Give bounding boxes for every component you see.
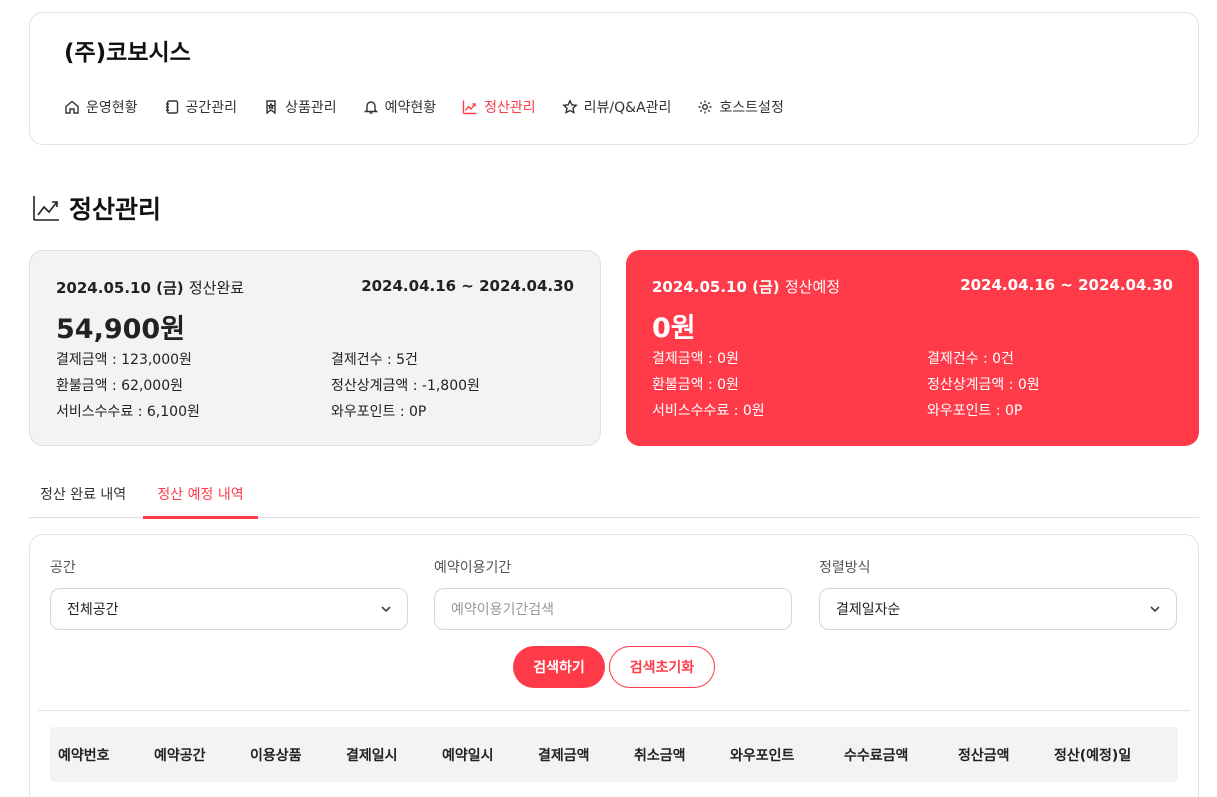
reset-search-button[interactable]: 검색초기화 <box>609 646 715 688</box>
table-header-cell: 취소금액 <box>634 748 686 764</box>
service-fee: 서비스수수료 : 6,100원 <box>56 404 200 420</box>
nav-item-settlement[interactable]: 정산관리 <box>462 97 536 117</box>
sort-label: 정렬방식 <box>819 560 871 576</box>
settlement-amount: 54,900원 <box>56 314 186 345</box>
table-header-row: 예약번호 예약공간 이용상품 결제일시 예약일시 결제금액 취소금액 와우포인트… <box>50 727 1178 782</box>
wow-point: 와우포인트 : 0P <box>927 403 1023 419</box>
offset-amount: 정산상계금액 : 0원 <box>927 377 1040 393</box>
refund-amount: 환불금액 : 62,000원 <box>56 378 184 394</box>
settlement-range: 2024.04.16 ~ 2024.04.30 <box>361 277 574 295</box>
period-input[interactable]: 예약이용기간검색 <box>434 588 792 630</box>
company-name: (주)코보시스 <box>64 40 191 66</box>
nav-item-review[interactable]: 리뷰/Q&A관리 <box>561 97 672 117</box>
settlement-status: 정산완료 <box>188 279 245 297</box>
settlement-date-value: 2024.05.10 (금) <box>652 278 780 296</box>
divider <box>38 710 1190 711</box>
table-header-cell: 이용상품 <box>250 748 302 764</box>
chevron-down-icon <box>1150 606 1160 613</box>
table-header-cell: 수수료금액 <box>844 748 909 764</box>
period-input-placeholder: 예약이용기간검색 <box>451 602 555 618</box>
bookmark-icon <box>266 100 276 115</box>
settlement-pending-card: 2024.05.10 (금) 정산예정 2024.04.16 ~ 2024.04… <box>626 250 1199 446</box>
settlement-date: 2024.05.10 (금) 정산예정 <box>652 276 840 297</box>
table-header-cell: 와우포인트 <box>730 748 795 764</box>
nav-item-host-settings[interactable]: 호스트설정 <box>697 97 784 117</box>
sort-select[interactable]: 결제일자순 <box>819 588 1177 630</box>
nav-item-label: 리뷰/Q&A관리 <box>583 100 672 116</box>
nav-item-label: 공간관리 <box>185 100 238 116</box>
nav-item-reservation[interactable]: 예약현황 <box>363 97 437 117</box>
tab-pending-history[interactable]: 정산 예정 내역 <box>143 484 258 519</box>
table-header-cell: 예약일시 <box>442 748 494 764</box>
space-select-value: 전체공간 <box>67 602 119 618</box>
tab-settled-history[interactable]: 정산 완료 내역 <box>40 484 126 518</box>
chevron-down-icon <box>381 606 391 613</box>
table-header-cell: 정산(예정)일 <box>1054 748 1132 764</box>
payment-amount: 결제금액 : 123,000원 <box>56 352 192 368</box>
nav-item-label: 상품관리 <box>285 100 337 116</box>
sort-select-value: 결제일자순 <box>836 602 901 618</box>
home-icon <box>65 100 79 114</box>
nav-item-space[interactable]: 공간관리 <box>164 97 238 117</box>
nav-item-operation[interactable]: 운영현황 <box>64 97 138 117</box>
table-header-cell: 예약공간 <box>154 748 206 764</box>
page-title-text: 정산관리 <box>69 195 162 224</box>
nav-item-label: 호스트설정 <box>719 100 784 116</box>
wow-point: 와우포인트 : 0P <box>331 404 427 420</box>
trend-up-icon <box>462 100 477 115</box>
table-header-cell: 예약번호 <box>58 748 110 764</box>
gear-icon <box>698 100 712 114</box>
settlement-done-card: 2024.05.10 (금) 정산완료 2024.04.16 ~ 2024.04… <box>29 250 601 446</box>
nav-item-label: 예약현황 <box>384 100 437 116</box>
header-card: (주)코보시스 운영현황 공간관리 상품관리 예약현황 정산관리 리뷰/Q&A관… <box>29 12 1199 145</box>
settlement-range: 2024.04.16 ~ 2024.04.30 <box>960 276 1173 294</box>
offset-amount: 정산상계금액 : -1,800원 <box>331 378 480 394</box>
service-fee: 서비스수수료 : 0원 <box>652 403 765 419</box>
space-select[interactable]: 전체공간 <box>50 588 408 630</box>
settlement-amount: 0원 <box>652 313 696 344</box>
bell-icon <box>363 101 378 114</box>
settlement-tabs: 정산 완료 내역 정산 예정 내역 <box>29 472 1199 519</box>
period-label: 예약이용기간 <box>434 560 512 576</box>
notebook-icon <box>165 100 178 114</box>
page-title: 정산관리 <box>31 190 161 226</box>
payment-amount: 결제금액 : 0원 <box>652 351 739 367</box>
table-header-cell: 결제금액 <box>538 748 590 764</box>
settlement-date: 2024.05.10 (금) 정산완료 <box>56 277 244 298</box>
space-label: 공간 <box>50 560 76 576</box>
star-icon <box>561 99 578 114</box>
nav-item-label: 운영현황 <box>86 100 138 116</box>
refund-amount: 환불금액 : 0원 <box>652 377 739 393</box>
search-panel: 공간 전체공간 예약이용기간 예약이용기간검색 정렬방식 결제일자순 검색하기 … <box>29 534 1199 797</box>
table-header-cell: 결제일시 <box>346 748 398 764</box>
nav-item-product[interactable]: 상품관리 <box>263 97 337 117</box>
main-nav: 운영현황 공간관리 상품관리 예약현황 정산관리 리뷰/Q&A관리 호스트설정 <box>64 97 810 117</box>
nav-item-label: 정산관리 <box>484 100 536 116</box>
settlement-status: 정산예정 <box>784 278 841 296</box>
table-header-cell: 정산금액 <box>958 748 1010 764</box>
payment-count: 결제건수 : 5건 <box>331 352 418 368</box>
payment-count: 결제건수 : 0건 <box>927 351 1014 367</box>
search-button[interactable]: 검색하기 <box>513 646 605 688</box>
trend-up-icon <box>33 196 59 221</box>
settlement-date-value: 2024.05.10 (금) <box>56 279 184 297</box>
